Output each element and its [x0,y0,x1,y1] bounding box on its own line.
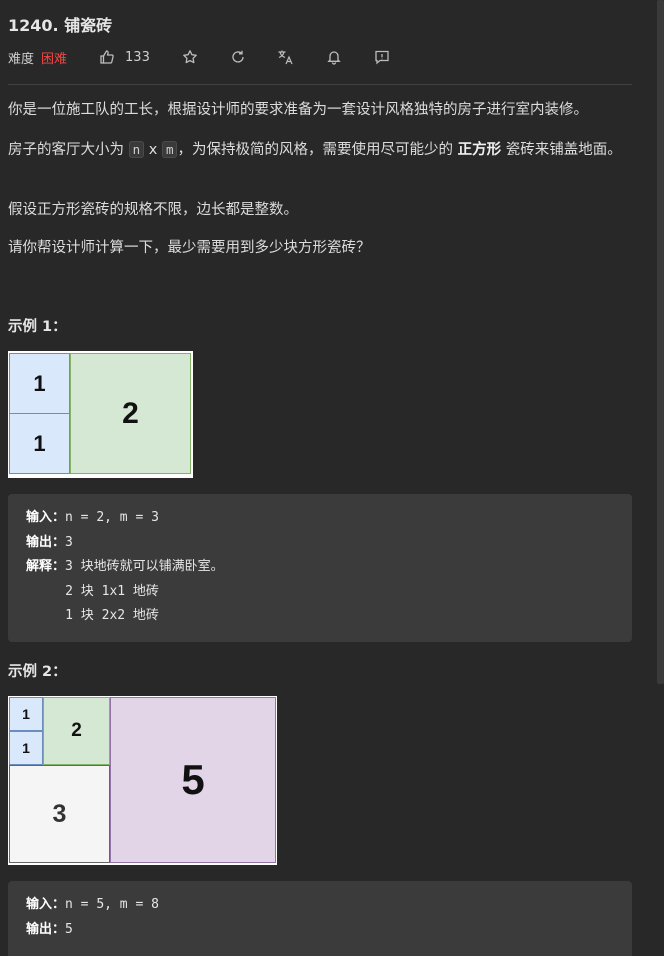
tile-1x1-top: 1 [9,697,43,731]
text-fragment: x [144,142,162,158]
example-1-heading: 示例 1： [8,319,67,335]
problem-title: 1240. 铺瓷砖 [8,16,113,35]
input-label: 输入： [26,897,66,912]
difficulty-label: 难度 [8,51,35,67]
star-icon[interactable] [180,47,200,67]
thumbs-up-icon[interactable] [97,47,117,67]
example-1-code-block: 输入：n = 2, m = 3 输出：3 解释：3 块地砖就可以铺满卧室。 2 … [8,494,632,642]
bold-square: 正方形 [457,142,502,158]
example-1-explain-line-3: 1 块 2x2 地砖 [26,608,159,623]
input-label: 输入： [26,510,66,525]
input-value: n = 5, m = 8 [65,897,159,912]
description-paragraph-4: 请你帮设计师计算一下，最少需要用到多少块方形瓷砖？ [8,240,371,256]
output-label: 输出： [26,921,66,937]
description-paragraph-3: 假设正方形瓷砖的规格不限，边长都是整数。 [8,202,298,218]
example-2-output-line: 输出：5 [26,918,614,943]
tile-3x3: 3 [9,765,110,863]
translate-icon[interactable] [276,47,296,67]
tile-1x1-bottom: 1 [9,731,43,765]
code-n: n [128,141,145,158]
tile-2x2: 2 [43,697,110,765]
output-label: 输出： [26,534,66,550]
tile-1x1-bottom: 1 [9,413,70,474]
example-1-input-line: 输入：n = 2, m = 3 [26,506,614,531]
tile-5x5: 5 [110,697,276,863]
share-icon[interactable] [228,47,248,67]
divider [8,84,632,85]
example-1-output-line: 输出：3 [26,531,614,556]
output-value: 3 [65,534,73,550]
example-2-heading: 示例 2： [8,664,67,680]
feedback-icon[interactable] [372,47,392,67]
tile-2x2: 2 [70,353,191,474]
description-paragraph-1: 你是一位施工队的工长，根据设计师的要求准备为一套设计风格独特的房子进行室内装修。 [8,102,588,118]
output-value: 5 [65,921,73,937]
scrollbar[interactable] [657,0,664,684]
explain-label: 解释： [26,559,66,574]
tile-1x1-top: 1 [9,353,70,414]
text-fragment: ，为保持极简的风格，需要使用尽可能少的 [177,142,458,158]
example-1-explain-line-2: 2 块 1x1 地砖 [26,583,159,599]
input-value: n = 2, m = 3 [65,510,159,525]
example-2-code-block: 输入：n = 5, m = 8 输出：5 [8,881,632,956]
code-m: m [161,141,178,158]
text-fragment: 瓷砖来铺盖地面。 [501,142,622,158]
bell-icon[interactable] [324,47,344,67]
description-paragraph-2: 房子的客厅大小为 n x m ，为保持极简的风格，需要使用尽可能少的 正方形 瓷砖… [8,138,632,162]
problem-meta-bar: 难度 困难 133 [8,46,392,68]
example-2-figure: 1 1 2 3 5 [8,696,277,865]
difficulty-badge: 困难 [41,51,68,67]
like-count: 133 [125,49,150,65]
explain-value: 3 块地砖就可以铺满卧室。 [65,559,224,574]
example-1-explain-line: 解释：3 块地砖就可以铺满卧室。 [26,555,614,580]
example-1-figure: 1 1 2 [8,351,193,478]
example-2-input-line: 输入：n = 5, m = 8 [26,893,614,918]
text-fragment: 房子的客厅大小为 [8,142,129,158]
